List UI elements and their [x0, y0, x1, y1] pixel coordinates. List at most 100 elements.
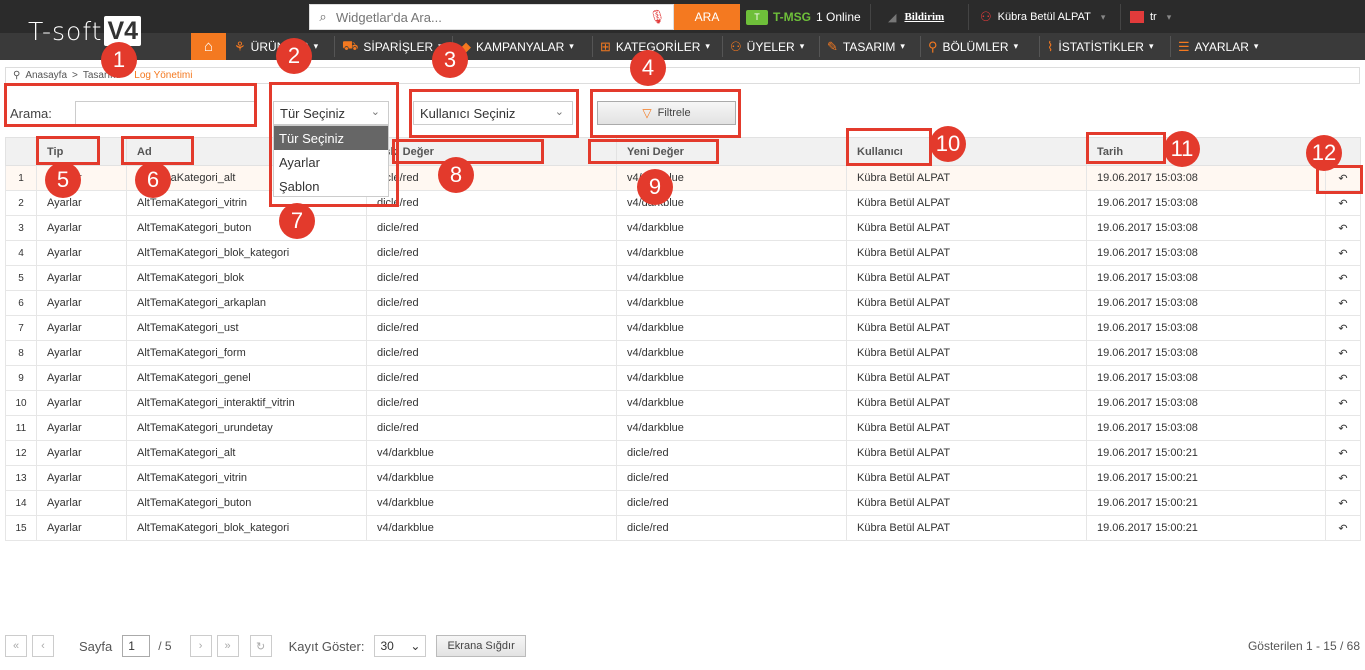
- annotation-badge-9: 9: [637, 169, 673, 205]
- first-page-button[interactable]: «: [5, 635, 27, 657]
- nav-uyeler[interactable]: ⚇ ÜYELER ▾: [724, 33, 804, 60]
- row-kullanici: Kübra Betül ALPAT: [846, 515, 1087, 541]
- user-select[interactable]: Kullanıcı Seçiniz ⌄: [413, 101, 573, 125]
- column-header-eski-deger[interactable]: Eski Değer: [366, 137, 617, 166]
- search-button[interactable]: ARA: [674, 4, 740, 30]
- row-eski-deger: dicle/red: [366, 165, 617, 191]
- undo-icon[interactable]: ↶: [1325, 290, 1361, 316]
- table-row[interactable]: 7 Ayarlar AltTemaKategori_ust dicle/red v4/d…: [5, 315, 1361, 341]
- undo-icon[interactable]: ↶: [1325, 440, 1361, 466]
- table-row[interactable]: 5 Ayarlar AltTemaKategori_blok dicle/red v4/…: [5, 265, 1361, 291]
- microphone-icon[interactable]: 🎙: [647, 9, 667, 25]
- type-option-tur-seciniz[interactable]: Tür Seçiniz: [274, 126, 388, 150]
- type-select-value: Tür Seçiniz: [280, 105, 346, 121]
- nav-tasarim[interactable]: ✎ TASARIM ▾: [821, 33, 905, 60]
- table-row[interactable]: 4 Ayarlar AltTemaKategori_blok_kategori dic…: [5, 240, 1361, 266]
- undo-icon[interactable]: ↶: [1325, 190, 1361, 216]
- filter-icon: ▽: [642, 106, 652, 120]
- prev-page-button[interactable]: ‹: [32, 635, 54, 657]
- row-tarih: 19.06.2017 15:00:21: [1086, 465, 1326, 491]
- row-ad: AltTemaKategori_blok_kategori: [126, 240, 367, 266]
- last-page-button[interactable]: »: [216, 635, 239, 657]
- undo-icon[interactable]: ↶: [1325, 365, 1361, 391]
- user-menu[interactable]: ⚇ Kübra Betül ALPAT ▾: [980, 4, 1105, 30]
- language-selector[interactable]: tr ▾: [1130, 4, 1171, 30]
- type-select[interactable]: Tür Seçiniz ⌄: [273, 101, 389, 125]
- row-yeni-deger: dicle/red: [616, 465, 847, 491]
- table-row[interactable]: 12 Ayarlar AltTemaKategori_alt v4/darkblue d…: [5, 440, 1361, 466]
- undo-icon[interactable]: ↶: [1325, 265, 1361, 291]
- pagination-bar: « ‹ Sayfa 1 / 5 › » ↻ Kayıt Göster: 30 ⌄…: [5, 634, 1360, 658]
- undo-icon[interactable]: ↶: [1325, 465, 1361, 491]
- table-row[interactable]: 13 Ayarlar AltTemaKategori_vitrin v4/darkbl…: [5, 465, 1361, 491]
- notifications-label: Bildirim: [904, 11, 945, 23]
- undo-icon[interactable]: ↶: [1325, 390, 1361, 416]
- chat-icon: T: [746, 9, 768, 25]
- stats-icon: ⌇: [1047, 38, 1054, 54]
- shirt-icon: ⚘: [234, 38, 246, 54]
- column-header-yeni-deger[interactable]: Yeni Değer: [616, 137, 847, 166]
- table-row[interactable]: 6 Ayarlar AltTemaKategori_arkaplan dicle/re…: [5, 290, 1361, 316]
- nav-istatistikler[interactable]: ⌇ İSTATİSTİKLER ▾: [1041, 33, 1153, 60]
- column-header-tarih[interactable]: Tarih: [1086, 137, 1326, 166]
- undo-icon[interactable]: ↶: [1325, 515, 1361, 541]
- notifications-link[interactable]: ◢ Bildirim: [888, 4, 944, 30]
- page-number-input[interactable]: 1: [122, 635, 151, 657]
- column-header-tip[interactable]: Tip: [36, 137, 127, 166]
- table-row[interactable]: 1AyarlarAltTemaKategori_altdicle/redv4/d…: [5, 165, 1361, 191]
- undo-icon[interactable]: ↶: [1325, 340, 1361, 366]
- undo-icon[interactable]: ↶: [1325, 240, 1361, 266]
- home-button[interactable]: ⌂: [191, 33, 226, 60]
- table-row[interactable]: 11 Ayarlar AltTemaKategori_urundetay dicle/…: [5, 415, 1361, 441]
- row-kullanici: Kübra Betül ALPAT: [846, 340, 1087, 366]
- row-tip: Ayarlar: [36, 490, 127, 516]
- breadcrumb-home[interactable]: Anasayfa: [25, 70, 67, 81]
- refresh-icon[interactable]: ↻: [249, 635, 272, 657]
- user-name: Kübra Betül ALPAT: [997, 11, 1091, 23]
- nav-label: İSTATİSTİKLER: [1058, 39, 1144, 54]
- undo-icon[interactable]: ↶: [1325, 490, 1361, 516]
- fit-to-screen-button[interactable]: Ekrana Sığdır: [436, 635, 526, 657]
- records-per-page-select[interactable]: 30 ⌄: [374, 635, 427, 657]
- log-search-input[interactable]: [75, 101, 255, 125]
- undo-icon[interactable]: ↶: [1325, 315, 1361, 341]
- row-yeni-deger: v4/darkblue: [616, 265, 847, 291]
- type-option-ayarlar[interactable]: Ayarlar: [274, 150, 388, 174]
- row-tip: Ayarlar: [36, 390, 127, 416]
- row-index: 12: [5, 440, 37, 466]
- table-row[interactable]: 10 Ayarlar AltTemaKategori_interaktif_vitr…: [5, 390, 1361, 416]
- divider: [968, 4, 969, 30]
- undo-icon[interactable]: ↶: [1325, 215, 1361, 241]
- row-tip: Ayarlar: [36, 265, 127, 291]
- search-label: Arama:: [10, 106, 52, 121]
- row-tip: Ayarlar: [36, 290, 127, 316]
- sections-icon: ⚲: [928, 38, 938, 54]
- brush-icon: ✎: [827, 38, 838, 54]
- tmsg-online-count: 1 Online: [816, 10, 861, 24]
- chevron-down-icon: ▾: [1166, 11, 1172, 22]
- table-row[interactable]: 2AyarlarAltTemaKategori_vitrindicle/redv…: [5, 190, 1361, 216]
- tmsg-status[interactable]: T T-MSG 1 Online: [746, 4, 861, 30]
- table-row[interactable]: 14 Ayarlar AltTemaKategori_buton v4/darkblu…: [5, 490, 1361, 516]
- undo-icon[interactable]: ↶: [1325, 415, 1361, 441]
- chevron-down-icon: ⌄: [554, 106, 564, 118]
- nav-siparisler[interactable]: ⛟ SİPARİŞLER ▾: [336, 33, 443, 60]
- row-index: 1: [5, 165, 37, 191]
- nav-ayarlar[interactable]: ☰ AYARLAR ▾: [1172, 33, 1258, 60]
- type-option-sablon[interactable]: Şablon: [274, 174, 388, 198]
- table-row[interactable]: 3 Ayarlar AltTemaKategori_buton dicle/red v4…: [5, 215, 1361, 241]
- table-row[interactable]: 15 Ayarlar AltTemaKategori_blok_kategori v4…: [5, 515, 1361, 541]
- table-row[interactable]: 8 Ayarlar AltTemaKategori_form dicle/red v4/…: [5, 340, 1361, 366]
- nav-bolumler[interactable]: ⚲ BÖLÜMLER ▾: [922, 33, 1018, 60]
- row-tarih: 19.06.2017 15:00:21: [1086, 490, 1326, 516]
- next-page-button[interactable]: ›: [189, 635, 212, 657]
- filter-button[interactable]: ▽ Filtrele: [597, 101, 736, 125]
- column-header-kullanici[interactable]: Kullanıcı: [846, 137, 1087, 166]
- row-ad: AltTemaKategori_urundetay: [126, 415, 367, 441]
- type-dropdown-menu: Tür Seçiniz Ayarlar Şablon: [273, 125, 389, 197]
- row-index: 13: [5, 465, 37, 491]
- row-tarih: 19.06.2017 15:00:21: [1086, 515, 1326, 541]
- table-row[interactable]: 9 Ayarlar AltTemaKategori_genel dicle/red v4…: [5, 365, 1361, 391]
- nav-kampanyalar[interactable]: ◆ KAMPANYALAR ▾: [455, 33, 574, 60]
- widget-search-input[interactable]: [336, 9, 647, 25]
